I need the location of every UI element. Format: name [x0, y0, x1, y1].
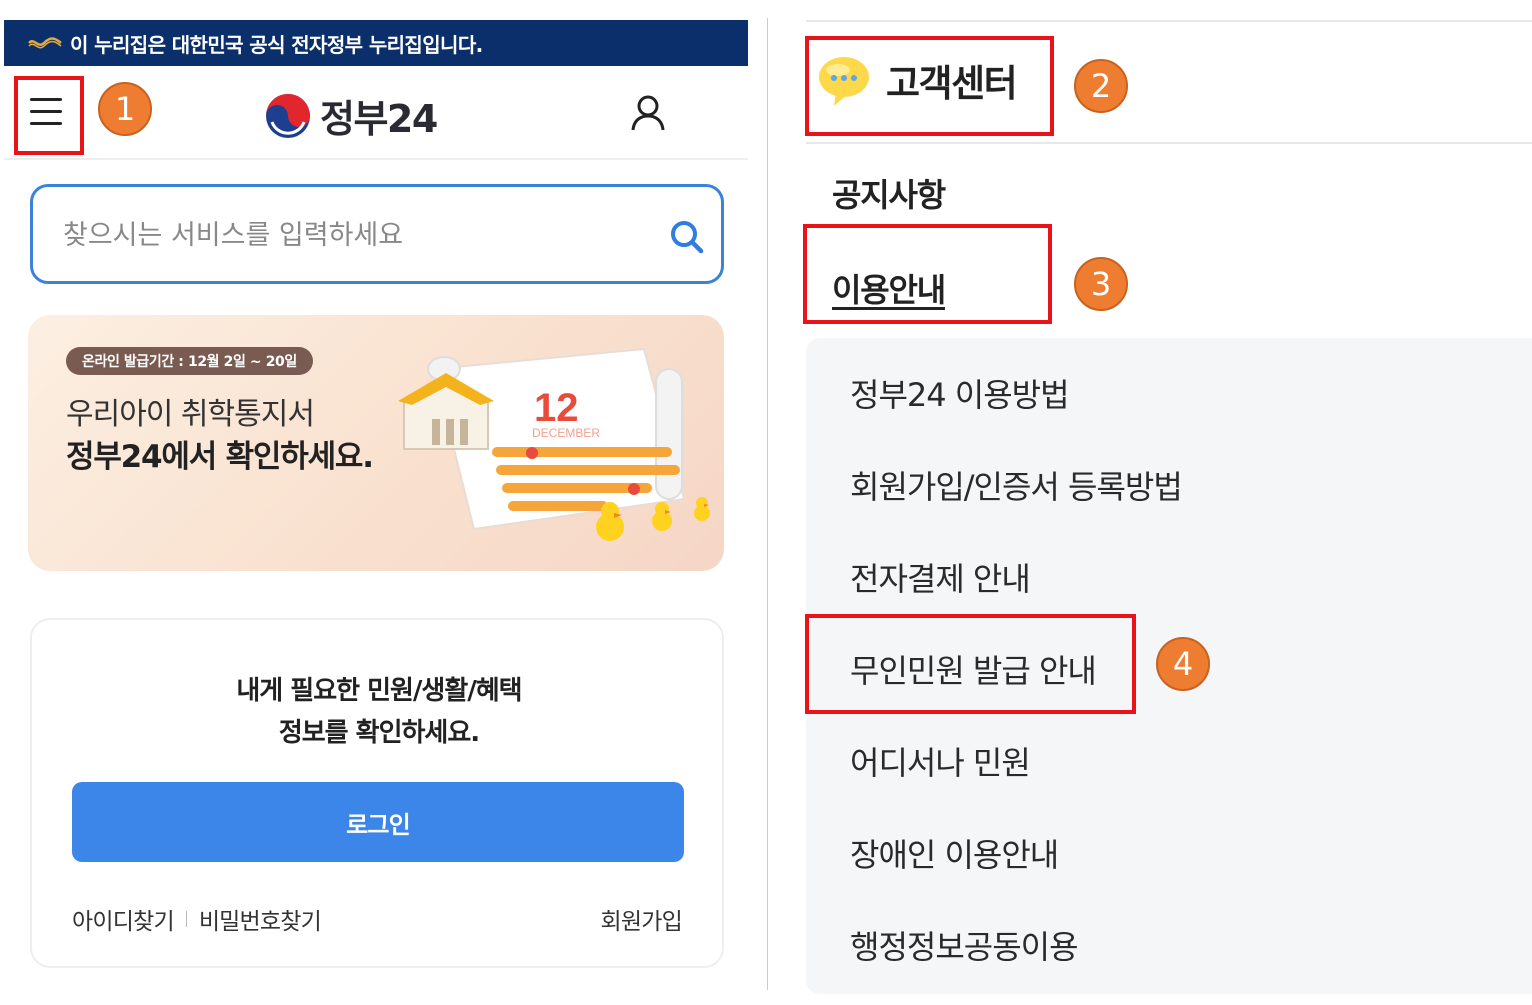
submenu-item-accessibility[interactable]: 장애인 이용안내 — [850, 830, 1059, 876]
submenu-item-signup-cert[interactable]: 회원가입/인증서 등록방법 — [850, 462, 1183, 508]
login-button[interactable]: 로그인 — [72, 782, 684, 862]
login-card-title-line2: 정보를 확인하세요. — [278, 718, 480, 748]
step-badge-1: 1 — [98, 82, 152, 136]
link-divider — [185, 911, 187, 927]
official-site-text: 이 누리집은 대한민국 공식 전자정부 누리집입니다. — [70, 32, 483, 57]
calendar-day-text: 12 — [534, 386, 579, 430]
issue-period-badge: 온라인 발급기간 : 12월 2일 ~ 20일 — [66, 347, 313, 375]
calendar-month-text: DECEMBER — [532, 426, 600, 440]
highlight-box-customer-center — [805, 36, 1054, 136]
calendar-illustration: 12 DECEMBER — [398, 347, 710, 541]
step-badge-3: 3 — [1074, 257, 1128, 311]
submenu-item-payment[interactable]: 전자결제 안내 — [850, 554, 1031, 600]
submenu-item-anywhere[interactable]: 어디서나 민원 — [850, 738, 1031, 784]
login-card: 내게 필요한 민원/생활/혜택 정보를 확인하세요. 로그인 아이디찾기 비밀번… — [30, 618, 724, 968]
banner-line2: 정부24에서 확인하세요. — [66, 439, 374, 475]
logo-text: 정부24 — [320, 97, 438, 141]
submenu-item-how-to-use[interactable]: 정부24 이용방법 — [850, 370, 1070, 416]
step-badge-2: 2 — [1074, 59, 1128, 113]
search-input[interactable] — [63, 213, 643, 257]
signup-link[interactable]: 회원가입 — [601, 902, 683, 936]
banner-line1: 우리아이 취학통지서 — [66, 397, 315, 432]
side-menu-panel: 고객센터 공지사항 이용안내 정부24 이용방법 회원가입/인증서 등록방법 전… — [806, 20, 1532, 1005]
user-icon[interactable] — [630, 94, 666, 132]
highlight-box-menu — [14, 76, 84, 155]
highlight-box-guide — [803, 224, 1052, 324]
login-card-title-line1: 내게 필요한 민원/생활/혜택 — [236, 676, 522, 706]
search-icon[interactable] — [667, 217, 707, 257]
highlight-box-kiosk — [805, 614, 1136, 714]
account-links: 아이디찾기 비밀번호찾기 — [72, 902, 322, 936]
menu-section-divider — [806, 142, 1532, 144]
find-password-link[interactable]: 비밀번호찾기 — [199, 902, 322, 936]
gov24-logo[interactable]: 정부24 — [264, 88, 438, 143]
official-site-banner: 이 누리집은 대한민국 공식 전자정부 누리집입니다. — [4, 20, 748, 66]
menu-item-notice[interactable]: 공지사항 — [832, 170, 946, 216]
promo-banner[interactable]: 온라인 발급기간 : 12월 2일 ~ 20일 우리아이 취학통지서 정부24에… — [28, 315, 724, 571]
find-id-link[interactable]: 아이디찾기 — [72, 902, 175, 936]
gov-emblem-icon — [28, 36, 62, 50]
mobile-home-screen: 이 누리집은 대한민국 공식 전자정부 누리집입니다. 정부24 찾으시는 서비… — [4, 20, 748, 1005]
menu-top-divider — [806, 20, 1532, 22]
step-badge-4: 4 — [1156, 637, 1210, 691]
panel-divider — [767, 18, 768, 990]
search-box — [30, 184, 724, 284]
taegeuk-logo-icon — [266, 93, 310, 138]
submenu-item-info-sharing[interactable]: 행정정보공동이용 — [850, 922, 1079, 968]
